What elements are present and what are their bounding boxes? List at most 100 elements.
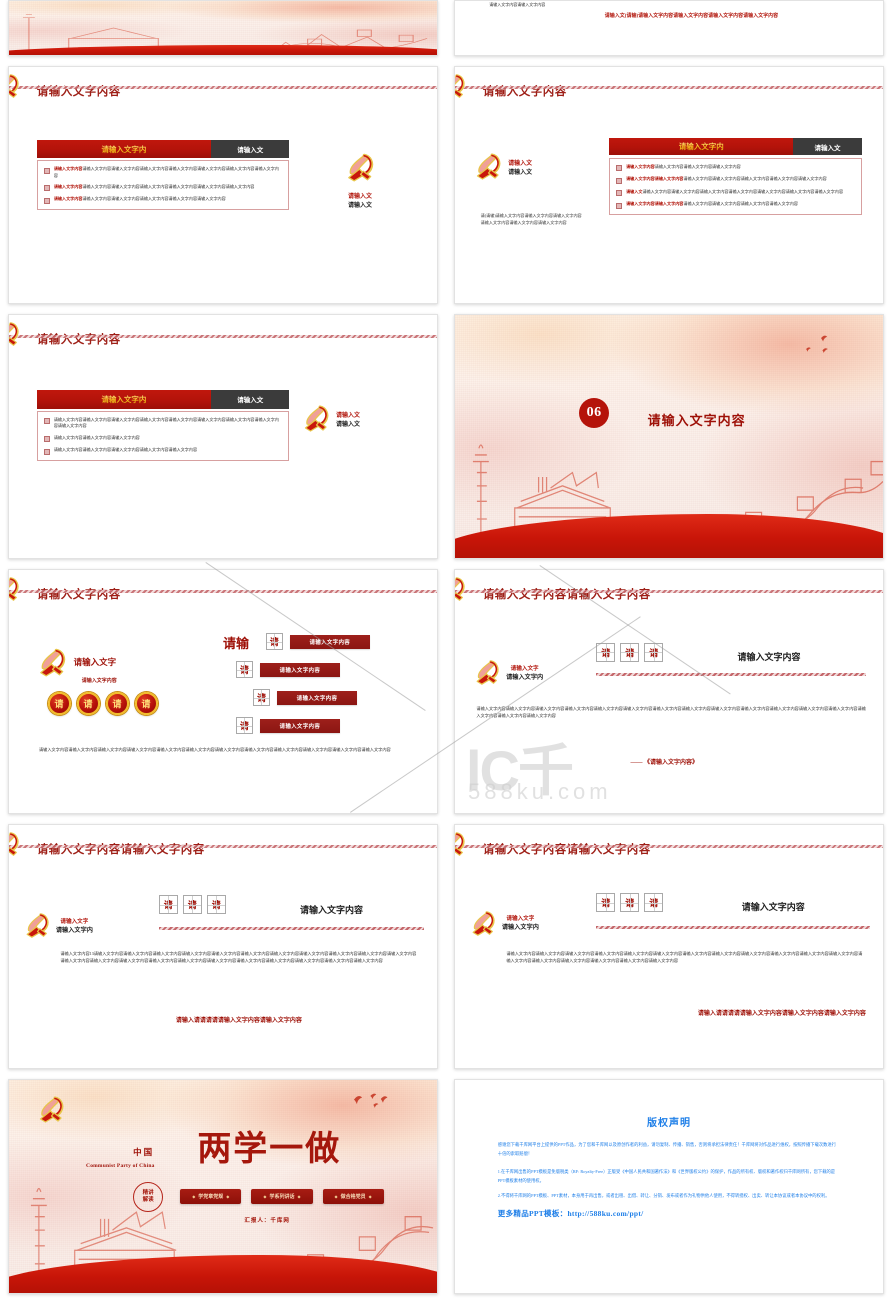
step-bar[interactable]: 请输入文字内容 bbox=[259, 718, 340, 733]
section-bar-secondary[interactable]: 请输入文 bbox=[211, 140, 290, 158]
body-paragraph: 请输入文字内容13请输入文字内容请输入文字内容请输入文字内容请输入文字内容请输入… bbox=[60, 951, 417, 964]
topic-pill[interactable]: ◆ 学系列讲话 ◆ bbox=[251, 1188, 313, 1204]
copyright-body: 版权声明 感谢您下载千库网平台上提供的PPT作品，为了您和千库网以及原创作者的利… bbox=[455, 1080, 883, 1293]
bullet-text: 请输入文字内容请输入文字内容请输入文字内容请输入文字内容请输入文字内容请输入文字… bbox=[626, 201, 799, 207]
footer-paragraph: 请输入文字内容请输入文字内容请输入文字内容请输入文字内容请输入文字内容请输入文字… bbox=[38, 747, 391, 753]
slide-title: 请输入文字内容 bbox=[482, 85, 567, 98]
section-bar-secondary[interactable]: 请输入文 bbox=[211, 390, 290, 409]
emblem-label-2: 请输入文字内 bbox=[55, 926, 93, 934]
topic-pill-label: 学系列讲话 bbox=[269, 1194, 295, 1200]
step-bar[interactable]: 请输入文字内容 bbox=[276, 690, 357, 705]
slide-thumb-06-section-divider[interactable]: 06 请输入文字内容 bbox=[454, 314, 884, 559]
bullet-item: 请输入文字内容请输入文字内容请输入文字内容请输入文字内容请输入文字内容请输入文字… bbox=[43, 417, 283, 430]
right-heading: 请输入文字内容 bbox=[737, 652, 801, 663]
slide-thumb-04[interactable]: 请输入文字内容 请输入文 请输入文 请(请输)请输入文字内容请输入文字内容请输入… bbox=[454, 66, 884, 304]
side-emblem-block: 请输入文 请输入文 bbox=[472, 150, 618, 182]
title-cn-label: 中国 bbox=[133, 1147, 155, 1158]
grid-cell-s07: 请输入文字内容 请输入文字 请输入文字内容 请 请 请 请 请输 请 请输入文字… bbox=[0, 565, 446, 820]
slide-thumb-copyright[interactable]: 版权声明 感谢您下载千库网平台上提供的PPT作品，为了您和千库网以及原创作者的利… bbox=[454, 1079, 884, 1294]
bullet-item: 请输入文字内容请输入文字内容请输入文字内容 bbox=[43, 435, 283, 443]
party-emblem-icon bbox=[472, 150, 504, 182]
character-box: 请 bbox=[644, 642, 664, 662]
circle-button[interactable]: 请 bbox=[76, 691, 100, 715]
seal-line-2: 解读 bbox=[142, 1197, 154, 1204]
bullet-item: 请输入文请输入文字内容请输入文字内容请输入文字内容请输入文字内容请输入文字内容请… bbox=[615, 189, 855, 197]
slide-thumb-08[interactable]: 请输入文字内容请输入文字内容 请输入文字 请输入文字内 请 请 请 请输入文字内… bbox=[454, 569, 884, 814]
grid-cell-s04: 请输入文字内容 请输入文 请输入文 请(请输)请输入文字内容请输入文字内容请输入… bbox=[446, 62, 892, 310]
topic-pill-label: 学党章党规 bbox=[198, 1194, 224, 1200]
step-row: 请 请输入文字内容 bbox=[265, 633, 370, 651]
bullet-marker-icon bbox=[616, 177, 623, 184]
header-divider bbox=[9, 845, 437, 849]
slide-thumb-10[interactable]: 请输入文字内容请输入文字内容 请输入文字 请输入文字内 请 请 请 请输入文字内… bbox=[454, 824, 884, 1069]
side-emblem-label-2: 请输入文 bbox=[508, 169, 533, 176]
bullet-text: 请输入文字内容请输入文字内容请输入文字内容请输入文字内容请输入文字内容请输入文字… bbox=[53, 183, 255, 189]
slide-thumb-03[interactable]: 请输入文字内容 请输入文字内 请输入文 请输入文字内容请输入文字内容请输入文字内… bbox=[8, 66, 438, 304]
slide-title: 请输入文字内容 bbox=[36, 85, 121, 98]
dot-icon: ◆ bbox=[334, 1193, 338, 1199]
bullet-list-box: 请输入文字内容请输入文字内容请输入文字内容请输入文字内容 请输入文字内容请输入文… bbox=[609, 157, 862, 215]
topic-pill[interactable]: ◆ 学党章党规 ◆ bbox=[180, 1188, 242, 1204]
section-bar-secondary[interactable]: 请输入文 bbox=[793, 137, 862, 156]
slide-header: 请输入文字内容 bbox=[9, 315, 437, 388]
bullet-item: 请输入文字内容请输入文字内容请输入文字内容请输入文字内容请输入文字内容请输入文字… bbox=[615, 201, 855, 209]
bullet-marker-icon bbox=[43, 436, 50, 443]
slide-thumb-text-partial[interactable]: 请输入文字内容请输入文字内容 请输入文(请输)请输入文字内容请输入文字内容请输入… bbox=[454, 0, 884, 56]
topic-pill-row: ◆ 学党章党规 ◆ ◆ 学系列讲话 ◆ ◆ 做合格党员 ◆ bbox=[180, 1188, 384, 1204]
header-divider bbox=[9, 86, 437, 90]
header-divider bbox=[9, 335, 437, 339]
bullet-item: 请输入文字内容请输入文字内容请输入文字内容请输入文字内容请输入文字内容请输入文字… bbox=[43, 166, 283, 179]
step-row: 请 请输入文字内容 bbox=[235, 661, 340, 679]
copyright-paragraph-1: 感谢您下载千库网平台上提供的PPT作品，为了您和千库网以及原创作者的利益，请勿复… bbox=[497, 1142, 837, 1156]
quote-source: 请输入请请请请请输入文字内容请输入文字内容 bbox=[175, 1017, 302, 1024]
right-heading: 请输入文字内容 bbox=[300, 904, 364, 915]
slide-title: 请输入文字内容 bbox=[36, 334, 121, 347]
section-bar-primary[interactable]: 请输入文字内 bbox=[36, 140, 212, 158]
left-emblem-group: 请输入文字 请输入文字内 bbox=[468, 908, 539, 938]
character-box: 请 bbox=[596, 642, 616, 662]
topic-pill[interactable]: ◆ 做合格党员 ◆ bbox=[322, 1188, 384, 1204]
slide-header: 请输入文字内容 bbox=[9, 570, 437, 643]
body-paragraph: 请输入文字内容请输入文字内容请输入文字内容请输入文字内容请输入文字内容请输入文字… bbox=[476, 706, 866, 718]
content-divider bbox=[596, 673, 866, 677]
copyright-more-link[interactable]: 更多精品PPT模板：http://588ku.com/ppt/ bbox=[498, 1208, 840, 1219]
slide-header: 请输入文字内容 bbox=[9, 67, 437, 138]
character-box-row: 请 请 请 bbox=[596, 642, 664, 662]
bullet-marker-icon bbox=[616, 190, 623, 197]
side-emblem-label-1: 请输入文 bbox=[336, 413, 361, 420]
partial-red-text: 请输入文(请输)请输入文字内容请输入文字内容请输入文字内容请输入文字内容 bbox=[604, 13, 779, 19]
emblem-label-1: 请输入文字 bbox=[506, 916, 535, 923]
party-emblem-icon bbox=[343, 150, 377, 184]
slide-header: 请输入文字内容 bbox=[455, 67, 883, 138]
bullet-marker-icon bbox=[43, 448, 50, 455]
slide-thumb-05[interactable]: 请输入文字内容 请输入文字内 请输入文 请输入文字内容请输入文字内容请输入文字内… bbox=[8, 314, 438, 559]
section-bar-primary[interactable]: 请输入文字内 bbox=[609, 137, 794, 156]
circle-button[interactable]: 请 bbox=[134, 691, 158, 715]
character-box: 请 bbox=[158, 895, 178, 915]
slide-thumb-title[interactable]: 中国 Communist Party of China 两学一做 精讲 解读 ◆… bbox=[8, 1079, 438, 1294]
bullet-text: 请输入文字内容请输入文字内容请输入文字内容请输入文字内容请输入文字内容请输入文字… bbox=[53, 196, 226, 202]
circle-button[interactable]: 请 bbox=[105, 691, 129, 715]
step-bar[interactable]: 请输入文字内容 bbox=[259, 662, 340, 677]
presenter-label: 汇报人：千库网 bbox=[244, 1218, 290, 1225]
slide-thumb-cover-partial[interactable] bbox=[8, 0, 438, 56]
slide-thumb-07[interactable]: 请输入文字内容 请输入文字 请输入文字内容 请 请 请 请 请输 请 请输入文字… bbox=[8, 569, 438, 814]
quote-source: 请输入请请请请请输入文字内容请输入文字内容请输入文字内容 bbox=[697, 1010, 866, 1017]
slide-grid: 请输入文字内容请输入文字内容 请输入文(请输)请输入文字内容请输入文字内容请输入… bbox=[0, 0, 892, 1300]
step-bar[interactable]: 请输入文字内容 bbox=[289, 634, 370, 649]
side-paragraph: 请(请输)请输入文字内容请输入文字内容请输入文字内容请输入文字内容请输入文字内容… bbox=[480, 213, 582, 225]
slide-header: 请输入文字内容请输入文字内容 bbox=[9, 825, 437, 898]
grid-cell-s09: 请输入文字内容请输入文字内容 请输入文字 请输入文字内 请 请 请 请输入文字内… bbox=[0, 820, 446, 1075]
emblem-label-block: 请输入文字 请输入文字内 bbox=[506, 664, 543, 681]
section-bar-primary[interactable]: 请输入文字内 bbox=[36, 390, 212, 409]
party-emblem-icon bbox=[22, 910, 52, 940]
grid-cell-s06: 06 请输入文字内容 bbox=[446, 310, 892, 565]
side-emblem-label-2: 请输入文 bbox=[347, 202, 372, 209]
party-emblem-icon bbox=[9, 71, 22, 101]
copyright-paragraph-3: 2.不得将千库网的PPT模板、PPT素材，本身用于再出售，或者出租、出借、转让、… bbox=[497, 1192, 830, 1198]
body-paragraph: 请输入文字内容请输入文字内容请输入文字内容请输入文字内容请输入文字内容请输入文字… bbox=[506, 951, 863, 964]
big-heading: 请输 bbox=[223, 636, 250, 652]
slide-thumb-09[interactable]: 请输入文字内容请输入文字内容 请输入文字 请输入文字内 请 请 请 请输入文字内… bbox=[8, 824, 438, 1069]
emblem-sublabel: 请输入文字内容 bbox=[81, 678, 117, 684]
circle-button[interactable]: 请 bbox=[47, 691, 71, 715]
